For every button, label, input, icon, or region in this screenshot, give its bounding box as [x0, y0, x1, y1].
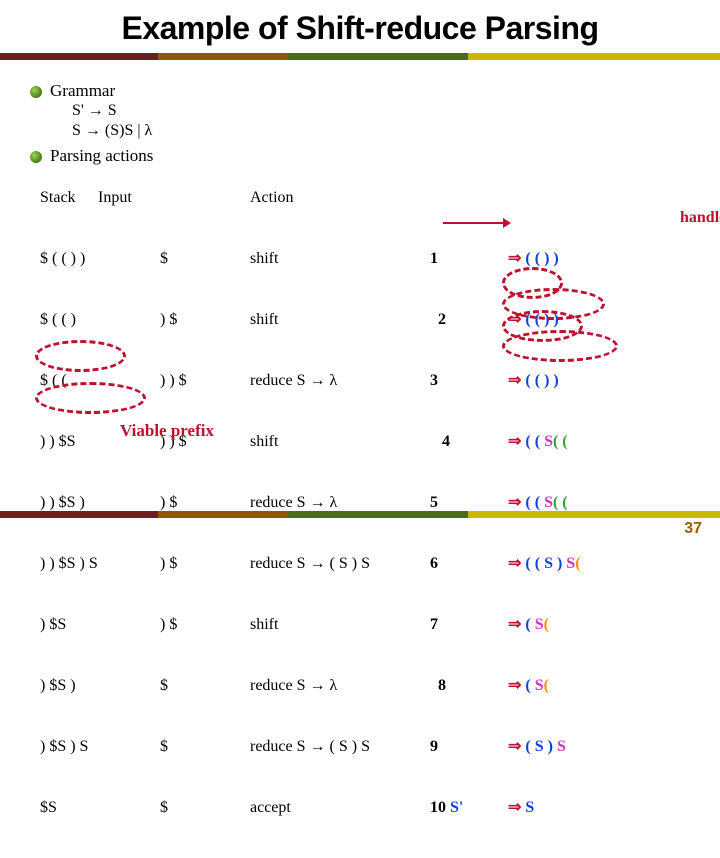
action-cell: reduce S → λ [250, 492, 370, 513]
stack-cell: $S [40, 797, 98, 818]
stack-cell: ) $S [40, 614, 98, 635]
top-accent-stripe [0, 53, 720, 60]
deriv-cell: ⇒ ( S ) S [508, 736, 581, 757]
deriv-cell: ⇒ ( ( S ) S( [508, 553, 581, 574]
action-cell: reduce S → λ [250, 675, 370, 696]
input-cell: $ [160, 797, 187, 818]
action-cell: shift [250, 614, 370, 635]
stack-cell: $ ( ( ) ) [40, 248, 98, 269]
input-cell: ) ) $ [160, 370, 187, 391]
handle-label: handle [680, 208, 720, 228]
action-cell: reduce S → ( S ) S [250, 553, 370, 574]
action-cell: reduce S → λ [250, 370, 370, 391]
bullet-icon [30, 86, 42, 98]
deriv-cell: ⇒ ( ( S( ( [508, 431, 581, 452]
header-stack: Stack [40, 188, 76, 208]
grammar-rule-1: S' → S [72, 101, 700, 121]
grammar-rule-2: S → (S)S | λ [72, 121, 700, 141]
step-num: 8 [430, 675, 463, 696]
input-cell: ) $ [160, 553, 187, 574]
step-num: 10 S' [430, 797, 463, 818]
annotation-arrow [443, 222, 505, 224]
stack-cell: ) ) $S [40, 431, 98, 452]
input-cell: ) $ [160, 492, 187, 513]
step-num: 6 [430, 553, 463, 574]
deriv-cell: ⇒ S [508, 797, 581, 818]
action-cell: reduce S → ( S ) S [250, 736, 370, 757]
bottom-accent-stripe [0, 511, 720, 518]
action-cell: shift [250, 431, 370, 452]
header-input: Input [98, 188, 132, 208]
step-num: 3 [430, 370, 463, 391]
deriv-cell: ⇒ ( ( ) ) [508, 370, 581, 391]
input-cell: $ [160, 248, 187, 269]
stack-cell: ) $S ) [40, 675, 98, 696]
stack-cell: ) ) $S ) S [40, 553, 98, 574]
step-num: 9 [430, 736, 463, 757]
action-cell: shift [250, 248, 370, 269]
input-cell: $ [160, 675, 187, 696]
step-num: 4 [430, 431, 463, 452]
input-cell: ) $ [160, 309, 187, 330]
stack-cell: ) ) $S ) [40, 492, 98, 513]
deriv-cell: ⇒ ( ( ) ) [508, 309, 581, 330]
deriv-cell: ⇒ ( ( ) ) [508, 248, 581, 269]
input-cell: $ [160, 736, 187, 757]
bullet-grammar: Grammar [30, 80, 700, 101]
stack-cell: $ ( ( [40, 370, 98, 391]
slide-title: Example of Shift-reduce Parsing [0, 0, 720, 53]
input-cell: ) $ [160, 614, 187, 635]
action-cell: accept [250, 797, 370, 818]
step-num: 2 [430, 309, 463, 330]
page-number: 37 [684, 520, 702, 538]
step-num: 1 [430, 248, 463, 269]
viable-prefix-label: Viable prefix [120, 420, 214, 441]
step-num: 7 [430, 614, 463, 635]
stack-cell: ) $S ) S [40, 736, 98, 757]
deriv-cell: ⇒ ( ( S( ( [508, 492, 581, 513]
bullet-parsing: Parsing actions [30, 145, 700, 166]
step-num: 5 [430, 492, 463, 513]
action-cell: shift [250, 309, 370, 330]
header-action: Action [250, 188, 294, 208]
deriv-cell: ⇒ ( S( [508, 614, 581, 635]
deriv-cell: ⇒ ( S( [508, 675, 581, 696]
stack-cell: $ ( ( ) [40, 309, 98, 330]
bullet-icon [30, 151, 42, 163]
